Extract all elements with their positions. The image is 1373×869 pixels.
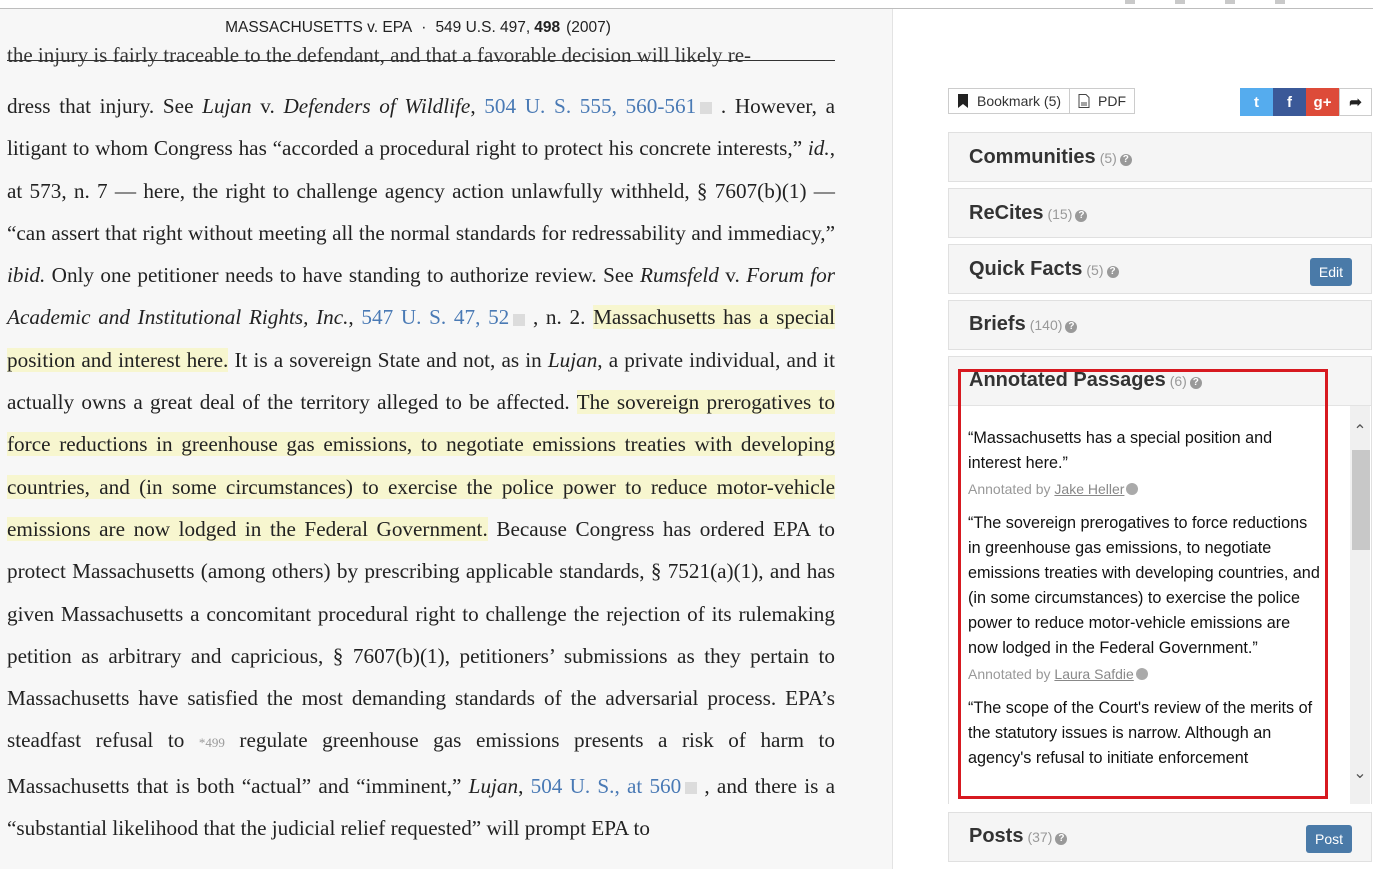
panel-annotated-passages: Annotated Passages (6)? “Massachusetts ha… <box>948 356 1372 804</box>
panel-title: ReCites <box>969 202 1044 224</box>
share-buttons: t f g+ ➦ <box>1240 88 1372 116</box>
twitter-icon: t <box>1254 93 1259 111</box>
panel-title: Quick Facts <box>969 258 1083 280</box>
panel-posts[interactable]: Posts (37)? Post <box>948 812 1372 862</box>
share-button[interactable]: ➦ <box>1339 88 1372 116</box>
bookmark-button[interactable]: Bookmark (5) <box>948 88 1071 114</box>
pdf-icon <box>1078 94 1090 108</box>
annotation-author-line: Annotated by Laura Safdie <box>968 664 1324 684</box>
panel-communities[interactable]: Communities (5)? <box>948 132 1372 182</box>
help-icon[interactable]: ? <box>1075 210 1088 222</box>
annotation-quote[interactable]: “Massachusetts has a special position an… <box>968 426 1324 476</box>
annotation-author-line: Annotated by Jake Heller <box>968 479 1324 499</box>
citation-preview-icon[interactable] <box>685 781 698 794</box>
panel-count: (5) <box>1086 262 1104 278</box>
facebook-button[interactable]: f <box>1273 88 1306 116</box>
annotations-list[interactable]: “Massachusetts has a special position an… <box>949 405 1371 804</box>
verified-icon <box>1126 483 1139 495</box>
top-toolbar-icons <box>1125 0 1285 6</box>
help-icon[interactable]: ? <box>1055 833 1068 845</box>
citation-link-rumsfeld[interactable]: 547 U. S. 47, 52 <box>361 305 509 329</box>
panel-count: (15) <box>1047 206 1073 222</box>
scroll-up-icon[interactable]: ⌃ <box>1350 422 1370 442</box>
post-button[interactable]: Post <box>1305 825 1352 853</box>
panel-title: Posts <box>969 825 1024 847</box>
current-page: 498 <box>534 19 561 36</box>
help-icon[interactable]: ? <box>1106 266 1119 278</box>
citation-preview-icon[interactable] <box>700 102 713 115</box>
panel-title[interactable]: Annotated Passages <box>969 369 1166 391</box>
bookmark-icon <box>958 94 968 108</box>
panel-count: (37) <box>1027 829 1053 845</box>
panel-recites[interactable]: ReCites (15)? <box>948 188 1372 238</box>
panel-quick-facts[interactable]: Quick Facts (5)? Edit <box>948 244 1372 294</box>
verified-icon <box>1135 668 1148 680</box>
help-icon[interactable]: ? <box>1065 321 1078 333</box>
document-toolbar: Bookmark (5) PDF <box>948 88 1136 114</box>
scrolled-line: the injury is fairly traceable to the de… <box>7 35 835 69</box>
annotation-author-link[interactable]: Jake Heller <box>1054 481 1124 497</box>
citation-link-lujan-560[interactable]: 504 U. S., at 560 <box>531 774 682 798</box>
annotations-scrollbar[interactable]: ⌃ ⌄ <box>1350 406 1370 804</box>
twitter-button[interactable]: t <box>1240 88 1273 116</box>
sidebar: Bookmark (5) PDF t f g+ ➦ Communities (5)… <box>893 9 1373 869</box>
help-icon[interactable]: ? <box>1119 154 1132 166</box>
share-icon: ➦ <box>1349 94 1362 111</box>
panel-title: Communities <box>969 146 1096 168</box>
google-plus-button[interactable]: g+ <box>1306 88 1339 116</box>
google-plus-icon: g+ <box>1313 93 1332 111</box>
panel-title: Briefs <box>969 313 1026 335</box>
citation-preview-icon[interactable] <box>513 313 526 326</box>
header-separator: · <box>421 19 427 36</box>
annotation-author-link[interactable]: Laura Safdie <box>1054 666 1133 682</box>
edit-button[interactable]: Edit <box>1309 258 1352 286</box>
panel-count: (6) <box>1169 373 1187 389</box>
opinion-pane: MASSACHUSETTS v. EPA · 549 U.S. 497, 498 (20… <box>0 9 893 869</box>
panel-count: (140) <box>1029 317 1063 333</box>
opinion-text: dress that injury. See Lujan v. Defender… <box>7 94 836 841</box>
facebook-icon: f <box>1287 93 1292 111</box>
scroll-down-icon[interactable]: ⌄ <box>1350 764 1370 784</box>
annotation-quote[interactable]: “The sovereign prerogatives to force red… <box>968 511 1324 661</box>
case-year: (2007) <box>566 19 611 36</box>
case-name: MASSACHUSETTS v. EPA <box>225 19 413 36</box>
page-marker: *499 <box>198 735 225 751</box>
case-citation: 549 U.S. 497, <box>435 19 531 36</box>
panel-count: (5) <box>1099 150 1117 166</box>
panel-briefs[interactable]: Briefs (140)? <box>948 300 1372 350</box>
annotation-quote[interactable]: “The scope of the Court's review of the … <box>968 696 1324 771</box>
pdf-button[interactable]: PDF <box>1070 88 1136 114</box>
scrollbar-thumb[interactable] <box>1352 450 1370 550</box>
help-icon[interactable]: ? <box>1189 377 1202 389</box>
citation-link-lujan[interactable]: 504 U. S. 555, 560-561 <box>484 94 696 118</box>
